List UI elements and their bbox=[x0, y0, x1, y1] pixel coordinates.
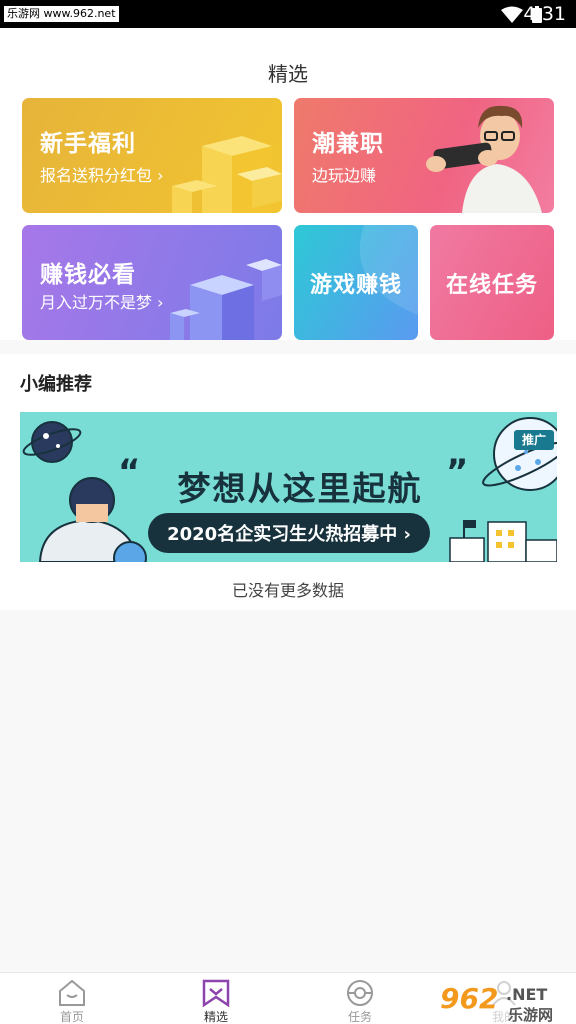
section-title-recommend: 小编推荐 bbox=[20, 374, 92, 395]
main-content: 精选 新手福利 报名送积分红包 › 潮兼职 边玩边赚 赚钱必看 月入过万不是梦 … bbox=[0, 28, 576, 610]
card-subtitle: 边玩边赚 bbox=[312, 166, 377, 185]
page-title: 精选 bbox=[268, 62, 308, 86]
card-game-earn[interactable]: 游戏赚钱 bbox=[294, 225, 418, 340]
cubes-illustration bbox=[170, 259, 282, 340]
no-more-data-text: 已没有更多数据 bbox=[231, 581, 344, 600]
card-newbie-welfare[interactable]: 新手福利 报名送积分红包 › bbox=[22, 98, 282, 213]
tab-label: 任务 bbox=[347, 1010, 372, 1024]
card-online-tasks[interactable]: 在线任务 bbox=[430, 225, 554, 340]
tab-label: 精选 bbox=[203, 1010, 228, 1024]
card-title: 在线任务 bbox=[445, 272, 538, 298]
task-icon bbox=[347, 980, 373, 1006]
card-title: 潮兼职 bbox=[312, 131, 384, 157]
wifi-icon bbox=[501, 6, 523, 23]
banner-headline: 梦想从这里起航 bbox=[177, 469, 423, 508]
featured-icon bbox=[202, 979, 230, 1008]
tab-home[interactable]: 首页 bbox=[0, 973, 144, 1024]
section-divider bbox=[0, 340, 576, 354]
tab-label: 首页 bbox=[59, 1010, 84, 1024]
svg-text:乐游网: 乐游网 bbox=[508, 1006, 553, 1024]
card-earn-money-guide[interactable]: 赚钱必看 月入过万不是梦 › bbox=[22, 225, 282, 340]
banner-cta-pill[interactable]: 2020名企实习生火热招募中 › bbox=[148, 513, 430, 553]
card-part-time[interactable]: 潮兼职 边玩边赚 bbox=[294, 98, 554, 213]
status-watermark: 乐游网 www.962.net bbox=[4, 6, 119, 22]
card-subtitle: 月入过万不是梦 › bbox=[40, 293, 164, 312]
card-title: 赚钱必看 bbox=[40, 262, 136, 288]
status-time: 4:31 bbox=[523, 3, 566, 25]
home-icon bbox=[59, 979, 85, 1006]
ad-tag: 推广 bbox=[514, 430, 554, 450]
tab-tasks[interactable]: 任务 bbox=[288, 973, 432, 1024]
svg-text:962: 962 bbox=[440, 982, 498, 1015]
svg-text:.NET: .NET bbox=[506, 985, 547, 1004]
card-subtitle: 报名送积分红包 › bbox=[40, 166, 164, 185]
person-playing-game-illustration bbox=[426, 105, 542, 213]
status-bar: 乐游网 www.962.net 4:31 bbox=[0, 0, 576, 28]
recruitment-banner[interactable]: “ 梦想从这里起航 ” 2020名企实习生火热招募中 › 推广 bbox=[20, 412, 557, 562]
card-title: 新手福利 bbox=[40, 131, 136, 157]
banner-quote-right: ” bbox=[446, 452, 469, 492]
tab-featured[interactable]: 精选 bbox=[144, 973, 288, 1024]
card-title: 游戏赚钱 bbox=[309, 272, 402, 298]
site-watermark-logo: 962 .NET 乐游网 bbox=[436, 978, 576, 1024]
blocks-illustration bbox=[172, 136, 282, 213]
